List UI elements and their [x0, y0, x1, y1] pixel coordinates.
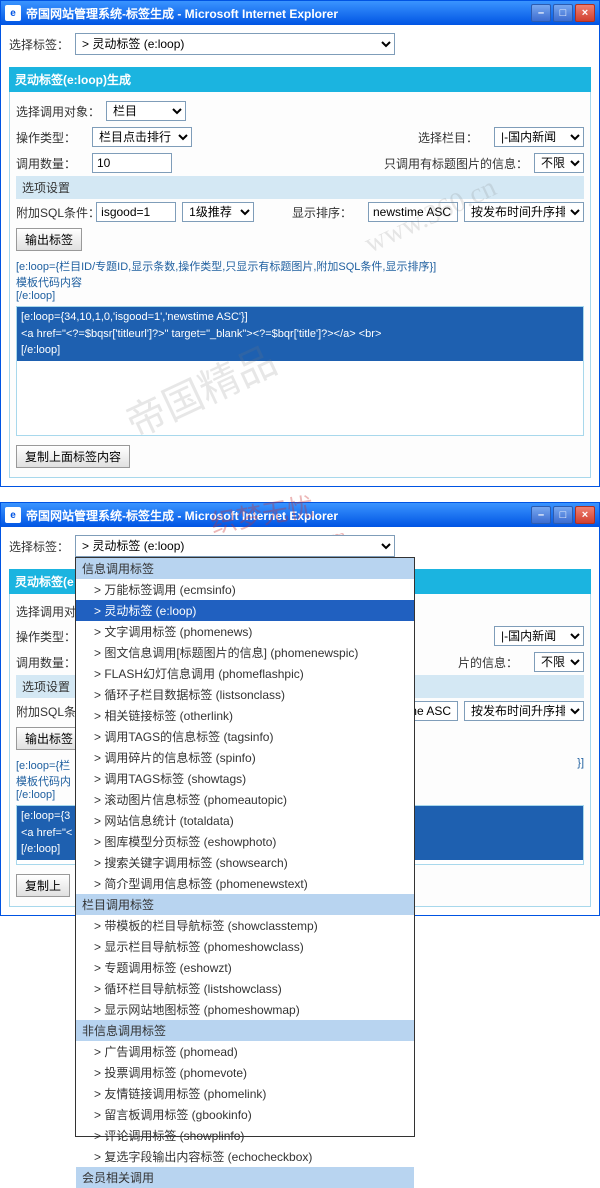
- col-select[interactable]: |-国内新闻: [494, 127, 584, 147]
- dropdown-item[interactable]: > 复选字段输出内容标签 (echocheckbox): [76, 1146, 414, 1167]
- dropdown-group-header: 非信息调用标签: [76, 1020, 414, 1041]
- dropdown-item[interactable]: > 万能标签调用 (ecmsinfo): [76, 579, 414, 600]
- count-label: 调用数量：: [16, 155, 86, 172]
- dropdown-item[interactable]: > 图库模型分页标签 (eshowphoto): [76, 831, 414, 852]
- sort-label: 显示排序：: [292, 204, 362, 221]
- dropdown-item[interactable]: > 调用TAGS标签 (showtags): [76, 768, 414, 789]
- panel-header: 灵动标签(e:loop)生成: [9, 67, 591, 92]
- dropdown-item[interactable]: > 广告调用标签 (phomead): [76, 1041, 414, 1062]
- dropdown-item[interactable]: > 评论调用标签 (showplinfo): [76, 1125, 414, 1146]
- sort-note-select[interactable]: 按发布时间升序排序: [464, 701, 584, 721]
- code-output[interactable]: [e:loop={34,10,1,0,'isgood=1','newstime …: [16, 306, 584, 436]
- tag-select[interactable]: > 灵动标签 (e:loop): [75, 535, 395, 557]
- dropdown-item[interactable]: > 文字调用标签 (phomenews): [76, 621, 414, 642]
- dropdown-item[interactable]: > 滚动图片信息标签 (phomeautopic): [76, 789, 414, 810]
- output-button[interactable]: 输出标签: [16, 228, 82, 251]
- minimize-button[interactable]: –: [531, 4, 551, 22]
- window-title: 帝国网站管理系统-标签生成 - Microsoft Internet Explo…: [26, 507, 531, 524]
- col-label: 选择栏目：: [418, 129, 488, 146]
- dropdown-item[interactable]: > 友情链接调用标签 (phomelink): [76, 1083, 414, 1104]
- dropdown-item[interactable]: > FLASH幻灯信息调用 (phomeflashpic): [76, 663, 414, 684]
- dropdown-group-header: 会员相关调用: [76, 1167, 414, 1188]
- select-tag-label: 选择标签：: [9, 36, 69, 53]
- dropdown-item[interactable]: > 搜索关键字调用标签 (showsearch): [76, 852, 414, 873]
- code-line-3: [/e:loop]: [21, 342, 579, 359]
- maximize-button[interactable]: □: [553, 506, 573, 524]
- count-input[interactable]: [92, 153, 172, 173]
- dropdown-item[interactable]: > 专题调用标签 (eshowzt): [76, 957, 414, 978]
- tag-select[interactable]: > 灵动标签 (e:loop): [75, 33, 395, 55]
- maximize-button[interactable]: □: [553, 4, 573, 22]
- sql-input[interactable]: [96, 202, 176, 222]
- copy-button[interactable]: 复制上面标签内容: [16, 445, 130, 468]
- sort-note-select[interactable]: 按发布时间升序排序: [464, 202, 584, 222]
- titlebar[interactable]: e 帝国网站管理系统-标签生成 - Microsoft Internet Exp…: [1, 503, 599, 527]
- dropdown-group-header: 栏目调用标签: [76, 894, 414, 915]
- option-header: 选项设置: [16, 176, 584, 199]
- content-area: 选择标签： > 灵动标签 (e:loop) 信息调用标签 > 万能标签调用 (e…: [1, 527, 599, 915]
- dropdown-item[interactable]: > 带模板的栏目导航标签 (showclasstemp): [76, 915, 414, 936]
- copy-button[interactable]: 复制上: [16, 874, 70, 897]
- tag-dropdown-list[interactable]: 信息调用标签 > 万能标签调用 (ecmsinfo) > 灵动标签 (e:loo…: [75, 557, 415, 1137]
- col-select[interactable]: |-国内新闻: [494, 626, 584, 646]
- sql-note-select[interactable]: 1级推荐: [182, 202, 253, 222]
- dropdown-item[interactable]: > 相关链接标签 (otherlink): [76, 705, 414, 726]
- pic-select[interactable]: 不限: [534, 153, 584, 173]
- template-desc: [e:loop={栏目ID/专题ID,显示条数,操作类型,只显示有标题图片,附加…: [16, 254, 584, 306]
- dropdown-item[interactable]: > 调用碎片的信息标签 (spinfo): [76, 747, 414, 768]
- minimize-button[interactable]: –: [531, 506, 551, 524]
- optype-label: 操作类型：: [16, 129, 86, 146]
- window-title: 帝国网站管理系统-标签生成 - Microsoft Internet Explo…: [26, 5, 531, 22]
- window-2: e 帝国网站管理系统-标签生成 - Microsoft Internet Exp…: [0, 502, 600, 916]
- ie-icon: e: [5, 507, 21, 523]
- sql-label: 附加SQL条件：: [16, 204, 90, 221]
- ie-icon: e: [5, 5, 21, 21]
- dropdown-item[interactable]: > 显示网站地图标签 (phomeshowmap): [76, 999, 414, 1020]
- dropdown-group-header: 信息调用标签: [76, 558, 414, 579]
- window-1: e 帝国网站管理系统-标签生成 - Microsoft Internet Exp…: [0, 0, 600, 487]
- pic-select[interactable]: 不限: [534, 652, 584, 672]
- sort-input[interactable]: [368, 202, 458, 222]
- dropdown-item[interactable]: > 简介型调用信息标签 (phomenewstext): [76, 873, 414, 894]
- close-button[interactable]: ×: [575, 4, 595, 22]
- titlebar[interactable]: e 帝国网站管理系统-标签生成 - Microsoft Internet Exp…: [1, 1, 599, 25]
- pic-label: 片的信息：: [458, 654, 528, 671]
- code-line-1: [e:loop={34,10,1,0,'isgood=1','newstime …: [21, 309, 579, 326]
- close-button[interactable]: ×: [575, 506, 595, 524]
- window-buttons: – □ ×: [531, 4, 595, 22]
- pic-label: 只调用有标题图片的信息：: [384, 155, 528, 172]
- dropdown-item[interactable]: > 灵动标签 (e:loop): [76, 600, 414, 621]
- optype-select[interactable]: 栏目点击排行: [92, 127, 192, 147]
- content-area: 选择标签： > 灵动标签 (e:loop) 灵动标签(e:loop)生成 选择调…: [1, 25, 599, 486]
- code-line-2: <a href="<?=$bqsr['titleurl']?>" target=…: [21, 326, 579, 343]
- dropdown-item[interactable]: > 投票调用标签 (phomevote): [76, 1062, 414, 1083]
- window-buttons: – □ ×: [531, 506, 595, 524]
- output-button[interactable]: 输出标签: [16, 727, 82, 750]
- dropdown-item[interactable]: > 留言板调用标签 (gbookinfo): [76, 1104, 414, 1125]
- dropdown-item[interactable]: > 循环栏目导航标签 (listshowclass): [76, 978, 414, 999]
- target-select[interactable]: 栏目: [106, 101, 186, 121]
- dropdown-item[interactable]: > 图文信息调用[标题图片的信息] (phomenewspic): [76, 642, 414, 663]
- dropdown-item[interactable]: > 网站信息统计 (totaldata): [76, 810, 414, 831]
- target-label: 选择调用对象：: [16, 103, 100, 120]
- dropdown-item[interactable]: > 显示栏目导航标签 (phomeshowclass): [76, 936, 414, 957]
- select-tag-label: 选择标签：: [9, 538, 69, 555]
- dropdown-item[interactable]: > 循环子栏目数据标签 (listsonclass): [76, 684, 414, 705]
- panel-body: 选择调用对象： 栏目 操作类型： 栏目点击排行 选择栏目： |-国内新闻 调用数…: [9, 92, 591, 478]
- dropdown-item[interactable]: > 调用TAGS的信息标签 (tagsinfo): [76, 726, 414, 747]
